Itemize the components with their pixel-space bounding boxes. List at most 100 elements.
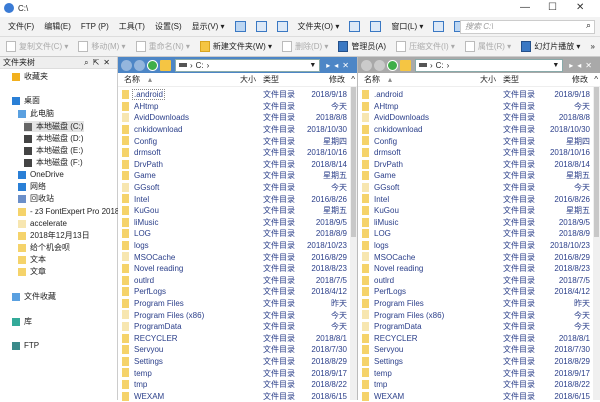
file-row[interactable]: Program Files 文件目录 昨天 [358, 298, 600, 310]
tree-item[interactable]: FTP [12, 340, 39, 351]
compress-button[interactable]: 压缩文件(I) ▾ [396, 41, 455, 52]
tree-item[interactable]: 给个机会呗 [18, 242, 70, 253]
file-row[interactable]: Servyou 文件目录 2018/7/30 [118, 344, 357, 356]
folder-view-icon[interactable] [349, 21, 361, 32]
up-folder-icon[interactable] [387, 59, 398, 71]
move-button[interactable]: 移动(M) ▾ [78, 41, 126, 52]
file-row[interactable]: Intel 文件目录 2016/8/26 [118, 193, 357, 205]
close-button[interactable]: ✕ [576, 2, 584, 13]
file-row[interactable]: Program Files (x86) 文件目录 今天 [118, 309, 357, 321]
minimize-button[interactable]: — [520, 2, 530, 13]
file-row[interactable]: .android 文件目录 2018/9/18 [358, 89, 600, 101]
file-row[interactable]: LOG 文件目录 2018/8/9 [358, 228, 600, 240]
maximize-button[interactable]: ☐ [548, 2, 557, 13]
file-row[interactable]: Game 文件目录 星期五 [118, 170, 357, 182]
file-row[interactable]: GGsoft 文件目录 今天 [118, 182, 357, 194]
favorites-icon[interactable] [160, 59, 171, 71]
scrollbar[interactable] [350, 87, 357, 400]
file-row[interactable]: ProgramData 文件目录 今天 [118, 321, 357, 333]
file-row[interactable]: Settings 文件目录 2018/8/29 [118, 356, 357, 368]
file-row[interactable]: Game 文件目录 星期五 [358, 170, 600, 182]
forward-icon[interactable] [374, 59, 385, 71]
forward-icon[interactable] [134, 59, 145, 71]
file-row[interactable]: Servyou 文件目录 2018/7/30 [358, 344, 600, 356]
menu-file[interactable]: 文件(F) [8, 21, 34, 32]
file-row[interactable]: Novel reading 文件目录 2018/8/23 [118, 263, 357, 275]
file-row[interactable]: KuGou 文件目录 星期五 [358, 205, 600, 217]
file-row[interactable]: AHtmp 文件目录 今天 [358, 101, 600, 113]
file-row[interactable]: Intel 文件目录 2016/8/26 [358, 193, 600, 205]
tree-item[interactable]: 文本 [18, 254, 46, 265]
file-row[interactable]: Program Files 文件目录 昨天 [118, 298, 357, 310]
scrollbar-thumb[interactable] [594, 87, 599, 237]
file-row[interactable]: AvidDownloads 文件目录 2018/8/8 [358, 112, 600, 124]
pane-controls-icon[interactable]: ▸◂✕ [565, 61, 600, 70]
file-row[interactable]: cnkidownload 文件目录 2018/10/30 [358, 124, 600, 136]
address-bar[interactable]: › C: › ▼ [175, 58, 321, 72]
file-row[interactable]: Novel reading 文件目录 2018/8/23 [358, 263, 600, 275]
window-layout-icon[interactable] [433, 21, 445, 32]
file-row[interactable]: PerfLogs 文件目录 2018/4/12 [358, 286, 600, 298]
menu-window[interactable]: 窗口(L) ▾ [391, 21, 423, 32]
tree-item[interactable]: 回收站 [18, 193, 54, 204]
new-folder-button[interactable]: 新建文件夹(W) ▾ [199, 41, 272, 52]
file-row[interactable]: temp 文件目录 2018/9/17 [118, 367, 357, 379]
properties-button[interactable]: 属性(R) ▾ [464, 41, 511, 52]
back-icon[interactable] [121, 59, 132, 71]
file-row[interactable]: PerfLogs 文件目录 2018/4/12 [118, 286, 357, 298]
tree-item[interactable]: OneDrive [18, 169, 64, 180]
col-size[interactable]: 大小 [480, 74, 496, 85]
file-row[interactable]: drmsoft 文件目录 2018/10/16 [118, 147, 357, 159]
file-row[interactable]: KuGou 文件目录 星期五 [118, 205, 357, 217]
file-row[interactable]: tmp 文件目录 2018/8/22 [118, 379, 357, 391]
scrollbar[interactable] [593, 87, 600, 400]
tree-item[interactable]: 文件收藏 [12, 291, 56, 302]
copy-button[interactable]: 复制文件(C) ▾ [6, 41, 68, 52]
admin-button[interactable]: 管理员(A) [338, 41, 386, 52]
tree-item[interactable]: 2018年12月13日 [18, 230, 90, 241]
delete-button[interactable]: 删除(D) ▾ [282, 41, 328, 52]
file-row[interactable]: temp 文件目录 2018/9/17 [358, 367, 600, 379]
file-row[interactable]: tmp 文件目录 2018/8/22 [358, 379, 600, 391]
file-row[interactable]: RECYCLER 文件目录 2018/8/1 [358, 333, 600, 345]
col-modified[interactable]: 修改 [329, 74, 345, 85]
slideshow-button[interactable]: 幻灯片播放 ▾ [521, 41, 580, 52]
file-row[interactable]: DrvPath 文件目录 2018/8/14 [358, 159, 600, 171]
tree-item[interactable]: 本地磁盘 (F:) [24, 157, 83, 168]
file-row[interactable]: liMusic 文件目录 2018/9/5 [118, 217, 357, 229]
search-input[interactable]: 搜索 C:\ [460, 20, 595, 34]
file-row[interactable]: RECYCLER 文件目录 2018/8/1 [118, 333, 357, 345]
back-icon[interactable] [361, 59, 372, 71]
file-row[interactable]: AHtmp 文件目录 今天 [118, 101, 357, 113]
col-type[interactable]: 类型 [503, 74, 519, 85]
file-row[interactable]: Config 文件目录 星期四 [358, 135, 600, 147]
more-tools-button[interactable]: » [590, 42, 594, 51]
file-row[interactable]: drmsoft 文件目录 2018/10/16 [358, 147, 600, 159]
file-row[interactable]: logs 文件目录 2018/10/23 [118, 240, 357, 252]
scroll-up-icon[interactable]: ^ [351, 75, 355, 84]
menu-edit[interactable]: 编辑(E) [44, 21, 71, 32]
file-row[interactable]: MSOCache 文件目录 2016/8/29 [118, 251, 357, 263]
file-row[interactable]: ProgramData 文件目录 今天 [358, 321, 600, 333]
scrollbar-thumb[interactable] [351, 87, 356, 237]
file-row[interactable]: cnkidownload 文件目录 2018/10/30 [118, 124, 357, 136]
search-icon[interactable]: ⌕ [586, 20, 591, 31]
tree-item[interactable]: 库 [12, 316, 32, 327]
tree-item[interactable]: 本地磁盘 (C:) [24, 121, 84, 132]
file-row[interactable]: WEXAM 文件目录 2018/6/15 [358, 391, 600, 402]
tree-item[interactable]: 此电脑 [18, 108, 54, 119]
file-row[interactable]: Settings 文件目录 2018/8/29 [358, 356, 600, 368]
tree-item[interactable]: 网络 [18, 181, 46, 192]
menu-settings[interactable]: 设置(S) [155, 21, 182, 32]
tree-item[interactable]: accelerate [18, 218, 67, 229]
file-row[interactable]: DrvPath 文件目录 2018/8/14 [118, 159, 357, 171]
col-size[interactable]: 大小 [240, 74, 256, 85]
file-row[interactable]: outlrd 文件目录 2018/7/5 [358, 275, 600, 287]
file-row[interactable]: logs 文件目录 2018/10/23 [358, 240, 600, 252]
tree-item[interactable]: 文章 [18, 266, 46, 277]
col-type[interactable]: 类型 [263, 74, 279, 85]
file-row[interactable]: MSOCache 文件目录 2016/8/29 [358, 251, 600, 263]
dropdown-icon[interactable]: ▼ [552, 62, 559, 69]
file-row[interactable]: AvidDownloads 文件目录 2018/8/8 [118, 112, 357, 124]
scroll-up-icon[interactable]: ^ [594, 75, 598, 84]
